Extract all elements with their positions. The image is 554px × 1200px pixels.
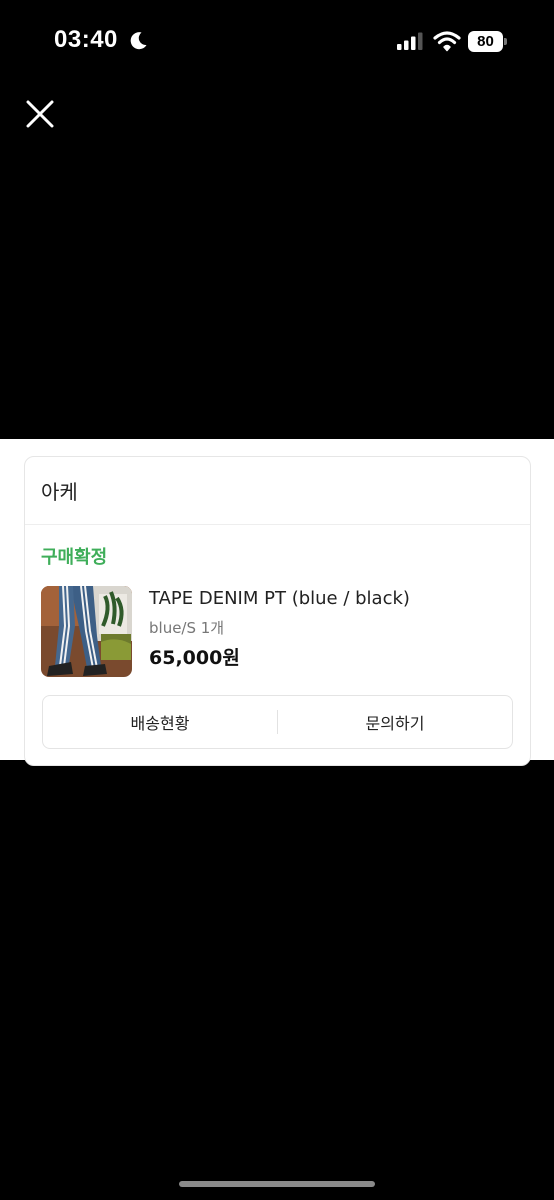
order-status-label: 구매확정 bbox=[41, 547, 108, 568]
product-image[interactable] bbox=[41, 586, 132, 677]
status-time: 03:40 bbox=[54, 26, 118, 53]
action-bar: 배송현황 문의하기 bbox=[42, 695, 513, 749]
screen: 03:40 80 아케 구매확정 TAPE DENIM PT (blue / b… bbox=[0, 0, 554, 1200]
home-indicator[interactable] bbox=[179, 1181, 375, 1187]
battery-level: 80 bbox=[477, 33, 494, 50]
product-option: blue/S 1개 bbox=[149, 619, 225, 637]
product-name[interactable]: TAPE DENIM PT (blue / black) bbox=[149, 588, 410, 609]
store-name: 아케 bbox=[41, 480, 78, 504]
order-sheet: 아케 구매확정 TAPE DENIM PT (blue / black) blu… bbox=[0, 439, 554, 766]
store-header[interactable]: 아케 bbox=[25, 457, 530, 525]
signal-icon bbox=[397, 32, 423, 50]
close-icon[interactable] bbox=[22, 96, 58, 132]
product-price: 65,000원 bbox=[149, 647, 240, 669]
order-card: 아케 구매확정 TAPE DENIM PT (blue / black) blu… bbox=[24, 456, 531, 766]
inquiry-button[interactable]: 문의하기 bbox=[278, 696, 512, 748]
delivery-tracking-button[interactable]: 배송현황 bbox=[43, 696, 277, 748]
battery-cap bbox=[504, 38, 507, 45]
status-bar: 03:40 80 bbox=[0, 0, 554, 84]
moon-icon bbox=[130, 32, 147, 50]
battery-icon: 80 bbox=[468, 31, 507, 52]
wifi-icon bbox=[433, 31, 461, 52]
